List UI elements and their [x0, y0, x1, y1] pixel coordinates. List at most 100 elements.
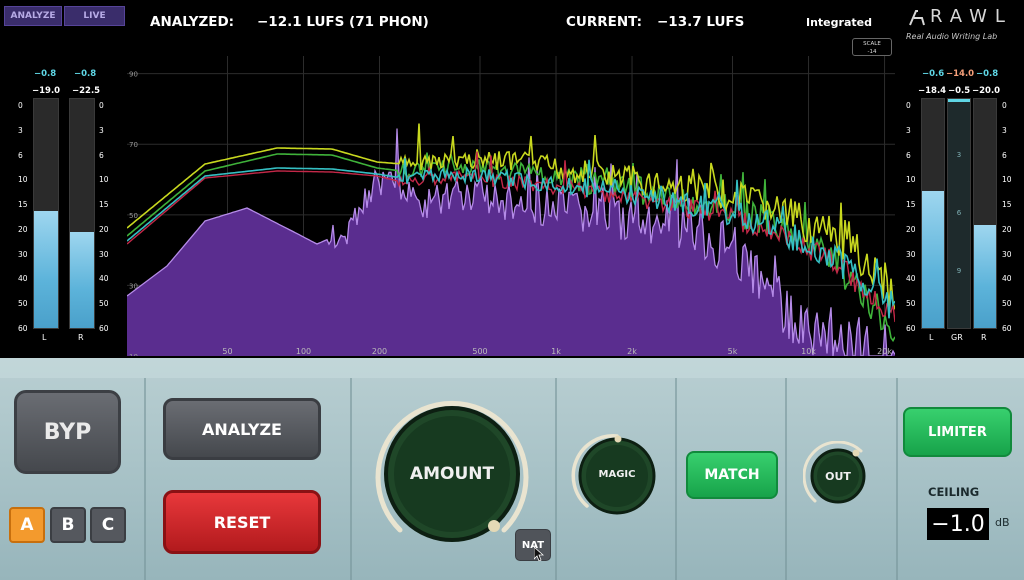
meter-scale-tick: 10: [99, 175, 109, 185]
db-tick-label: 30: [129, 282, 138, 290]
meter-scale-tick: 20: [18, 224, 28, 234]
meter-scale-tick: 15: [99, 200, 109, 210]
analyzed-value: −12.1 LUFS (71 PHON): [257, 14, 429, 30]
left-meter-channel-r: R: [78, 333, 84, 342]
right-meter-peak-l: −0.6: [922, 69, 945, 79]
ceiling-unit: dB: [995, 516, 1010, 529]
freq-tick-label: 1k: [551, 347, 561, 356]
spectrum-analyzer: dB 501002005001k2k5k10k20k9070503010: [127, 56, 895, 356]
freq-tick-label: 100: [296, 347, 311, 356]
scale-value: -14: [867, 49, 877, 55]
meter-scale-tick: 0: [99, 101, 104, 110]
freq-tick-label: 2k: [627, 347, 637, 356]
amount-knob[interactable]: AMOUNT: [370, 392, 534, 556]
right-meter-r-level: [974, 224, 996, 328]
brand-name: RAWL: [930, 6, 1013, 27]
right-meter-r: [973, 98, 997, 329]
rawl-logo-icon: [909, 10, 925, 26]
meter-scale-tick: 3: [1002, 125, 1007, 135]
limiter-button[interactable]: LIMITER: [903, 407, 1012, 457]
left-meter-r: [69, 98, 95, 329]
left-meter-channel-l: L: [42, 333, 47, 342]
meter-scale-tick: 60: [906, 324, 916, 333]
meter-scale-tick: 6: [18, 150, 23, 160]
meter-scale-tick: 0: [1002, 101, 1007, 110]
meter-scale-tick: 15: [1002, 200, 1012, 210]
meter-scale-tick: 3: [906, 125, 911, 135]
magic-label: MAGIC: [598, 469, 636, 480]
mouse-cursor-icon: [534, 547, 544, 561]
meter-scale-tick: 15: [18, 200, 28, 210]
nat-button[interactable]: NAT: [515, 529, 551, 561]
analyzer-panel: ANALYZE LIVE ANALYZED: −12.1 LUFS (71 PH…: [0, 0, 1024, 358]
scale-label: SCALE: [863, 41, 881, 47]
ceiling-value-field[interactable]: −1.0: [927, 508, 989, 540]
right-meter-gr-rms: −0.5: [948, 86, 971, 96]
meter-scale-tick: 0: [906, 101, 911, 110]
meter-scale-tick: 60: [18, 324, 28, 333]
right-meter-rms-l: −18.4: [918, 86, 947, 96]
analyzed-label: ANALYZED:: [150, 14, 235, 30]
magic-knob[interactable]: MAGIC: [571, 430, 663, 522]
meter-scale-tick: 20: [1002, 224, 1012, 234]
bypass-button[interactable]: BYP: [14, 390, 121, 474]
current-value: −13.7 LUFS: [657, 14, 745, 30]
gr-scale-tick: 3: [956, 151, 962, 159]
gr-indicator: [948, 99, 970, 102]
freq-tick-label: 50: [222, 347, 232, 356]
meter-scale-tick: 40: [1002, 274, 1012, 284]
right-meter-channel-gr: GR: [951, 333, 963, 342]
meter-scale-tick: 60: [1002, 324, 1012, 333]
integration-mode[interactable]: Integrated: [806, 16, 872, 29]
freq-tick-label: 5k: [728, 347, 738, 356]
left-meter-l: [33, 98, 59, 329]
db-tick-label: 90: [129, 71, 138, 79]
meter-scale-tick: 20: [906, 224, 916, 234]
right-meter-channel-l: L: [929, 333, 934, 342]
meter-scale-tick: 50: [906, 299, 916, 309]
preset-a-button[interactable]: A: [9, 507, 45, 543]
brand-subtitle: Real Audio Writing Lab: [906, 32, 998, 41]
meter-scale-tick: 3: [99, 125, 104, 135]
freq-tick-label: 20k: [877, 347, 892, 356]
right-meter-rms-r: −20.0: [972, 86, 1001, 96]
right-meter-l: [921, 98, 945, 329]
right-meter-channel-r: R: [981, 333, 987, 342]
meter-scale-tick: 20: [99, 224, 109, 234]
reset-button[interactable]: RESET: [163, 490, 321, 554]
meter-scale-tick: 30: [18, 249, 28, 259]
meter-scale-tick: 3: [18, 125, 23, 135]
analyze-button[interactable]: ANALYZE: [163, 398, 321, 460]
scale-selector[interactable]: SCALE -14: [852, 38, 892, 56]
left-meter-rms-l: −19.0: [32, 86, 61, 96]
right-meter-gr-peak: −14.0: [946, 69, 975, 79]
gr-scale-tick: 9: [956, 267, 962, 275]
left-meter-peak-l: −0.8: [34, 69, 57, 79]
freq-tick-label: 500: [472, 347, 487, 356]
meter-scale-tick: 60: [99, 324, 109, 333]
match-button[interactable]: MATCH: [686, 451, 778, 499]
meter-scale-tick: 40: [18, 274, 28, 284]
preset-b-button[interactable]: B: [50, 507, 86, 543]
preset-c-button[interactable]: C: [90, 507, 126, 543]
tab-analyze[interactable]: ANALYZE: [4, 6, 62, 26]
tab-live[interactable]: LIVE: [64, 6, 125, 26]
meter-scale-tick: 15: [906, 200, 916, 210]
meter-scale-tick: 40: [906, 274, 916, 284]
meter-scale-tick: 6: [99, 150, 104, 160]
db-tick-label: 10: [129, 353, 138, 356]
out-knob[interactable]: OUT: [802, 440, 873, 511]
right-meter-peak-r: −0.8: [976, 69, 999, 79]
left-meter-l-level: [34, 211, 58, 328]
meter-scale-tick: 30: [906, 249, 916, 259]
meter-scale-tick: 10: [18, 175, 28, 185]
freq-tick-label: 200: [372, 347, 387, 356]
out-label: OUT: [825, 470, 851, 483]
freq-tick-label: 10k: [801, 347, 816, 356]
db-tick-label: 70: [129, 141, 138, 149]
meter-scale-tick: 50: [99, 299, 109, 309]
meter-scale-tick: 30: [1002, 249, 1012, 259]
gr-scale-tick: 6: [956, 209, 962, 217]
current-label: CURRENT:: [566, 14, 643, 30]
meter-scale-tick: 50: [1002, 299, 1012, 309]
